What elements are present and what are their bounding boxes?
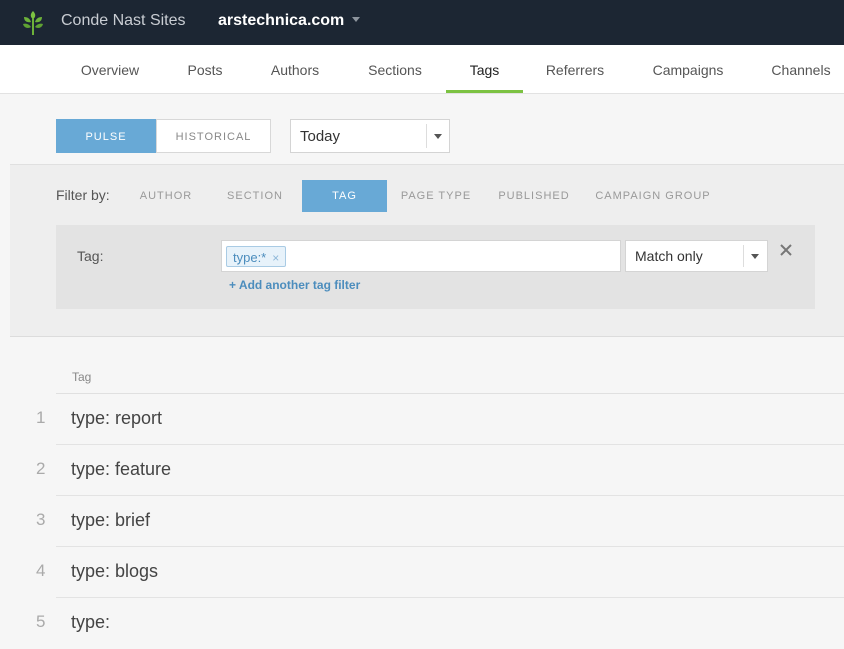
select-divider: [426, 124, 427, 148]
row-tag[interactable]: type: feature: [71, 459, 171, 480]
filter-tag[interactable]: TAG: [302, 180, 387, 212]
chevron-down-icon[interactable]: [751, 254, 759, 259]
tab-tags[interactable]: Tags: [446, 45, 523, 93]
table-row[interactable]: 3 type: brief: [0, 496, 844, 547]
table-row[interactable]: 2 type: feature: [0, 445, 844, 496]
pulse-button[interactable]: PULSE: [56, 119, 156, 153]
tab-referrers[interactable]: Referrers: [535, 45, 615, 93]
table-row[interactable]: 4 type: blogs: [0, 547, 844, 598]
tab-overview[interactable]: Overview: [70, 45, 150, 93]
tag-filter-label: Tag:: [77, 248, 104, 264]
site-selector[interactable]: arstechnica.com: [218, 12, 344, 30]
select-divider: [743, 245, 744, 267]
tab-campaigns[interactable]: Campaigns: [642, 45, 734, 93]
row-tag[interactable]: type: blogs: [71, 561, 158, 582]
table-row[interactable]: 5 type:: [0, 598, 844, 649]
add-tag-filter-link[interactable]: + Add another tag filter: [229, 278, 360, 292]
row-tag[interactable]: type: brief: [71, 510, 150, 531]
row-tag[interactable]: type:: [71, 612, 110, 633]
date-range-value: Today: [300, 128, 341, 145]
filter-author[interactable]: AUTHOR: [132, 180, 200, 212]
filter-section[interactable]: SECTION: [220, 180, 290, 212]
row-rank: 4: [36, 561, 46, 580]
top-bar: Conde Nast Sites arstechnica.com: [0, 0, 844, 45]
filter-panel: Filter by: AUTHOR SECTION TAG PAGE TYPE …: [10, 164, 844, 337]
org-name[interactable]: Conde Nast Sites: [61, 12, 186, 30]
match-mode-value: Match only: [635, 248, 703, 264]
tab-authors[interactable]: Authors: [260, 45, 330, 93]
table-row[interactable]: 1 type: report: [0, 394, 844, 445]
parsley-leaf-icon[interactable]: [20, 9, 46, 37]
filter-published[interactable]: PUBLISHED: [494, 180, 574, 212]
tag-chip-label: type:*: [233, 250, 267, 265]
column-header-tag[interactable]: Tag: [72, 370, 91, 384]
row-rank: 3: [36, 510, 46, 529]
chevron-down-icon[interactable]: [434, 134, 442, 139]
close-icon[interactable]: [778, 242, 794, 258]
tab-posts[interactable]: Posts: [175, 45, 235, 93]
row-rank: 1: [36, 408, 46, 427]
close-icon[interactable]: ×: [272, 251, 279, 265]
tag-chip: type:* ×: [226, 246, 287, 267]
row-rank: 5: [36, 612, 46, 631]
filter-by-label: Filter by:: [56, 187, 110, 203]
tab-channels[interactable]: Channels: [762, 45, 840, 93]
filter-campaign-group[interactable]: CAMPAIGN GROUP: [594, 180, 712, 212]
tag-filter-row: Tag: type:* × + Add another tag filter Ma…: [56, 225, 815, 309]
historical-button[interactable]: HISTORICAL: [156, 119, 271, 153]
chevron-down-icon[interactable]: [352, 17, 360, 22]
tab-sections[interactable]: Sections: [355, 45, 435, 93]
match-mode-select[interactable]: Match only: [625, 240, 768, 272]
row-rank: 2: [36, 459, 46, 478]
section-nav: Overview Posts Authors Sections Tags Ref…: [0, 45, 844, 94]
row-tag[interactable]: type: report: [71, 408, 162, 429]
tag-filter-input[interactable]: type:* ×: [221, 240, 621, 272]
date-range-select[interactable]: Today: [290, 119, 450, 153]
filter-page-type[interactable]: PAGE TYPE: [398, 180, 474, 212]
